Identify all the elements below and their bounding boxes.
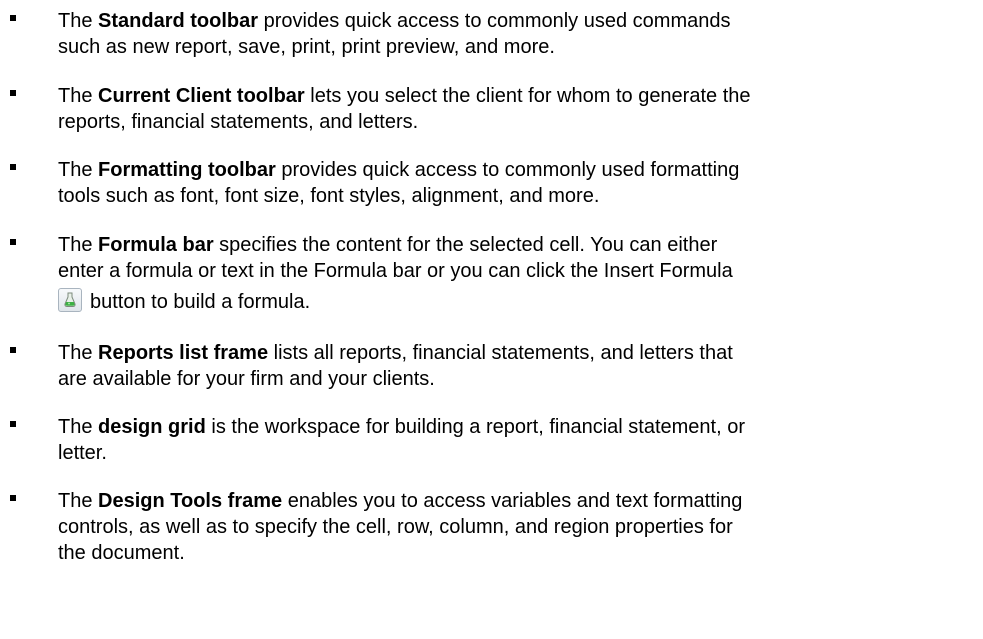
lead-word: The bbox=[58, 159, 99, 181]
lead-word: The bbox=[58, 234, 99, 256]
term-formatting-toolbar: Formatting toolbar bbox=[98, 159, 276, 181]
line1: provides quick access to commonly used f… bbox=[275, 159, 740, 181]
lead-word: The bbox=[58, 85, 99, 107]
term-design-grid: design grid bbox=[98, 416, 206, 438]
line3: the document. bbox=[58, 542, 185, 564]
list-item-text: The design grid is the workspace for bui… bbox=[58, 414, 978, 466]
line2: reports, financial statements, and lette… bbox=[58, 111, 419, 133]
line1: lists all reports, financial statements,… bbox=[268, 342, 733, 364]
list-item-text: The Current Client toolbar lets you sele… bbox=[58, 83, 978, 135]
list-item-text: The Formula bar specifies the content fo… bbox=[58, 232, 978, 315]
list-item-text: The Formatting toolbar provides quick ac… bbox=[58, 157, 978, 209]
lead-word: The bbox=[58, 342, 99, 364]
line1: enables you to access variables and text… bbox=[282, 490, 743, 512]
term-current-client-toolbar: Current Client toolbar bbox=[98, 85, 305, 107]
list-item-text: The Design Tools frame enables you to ac… bbox=[58, 488, 978, 566]
line1: lets you select the client for whom to g… bbox=[304, 85, 751, 107]
term-formula-bar: Formula bar bbox=[98, 234, 214, 256]
line2: tools such as font, font size, font styl… bbox=[58, 185, 600, 207]
line1: specifies the content for the selected c… bbox=[213, 234, 718, 256]
term-reports-list-frame: Reports list frame bbox=[98, 342, 269, 364]
line3: button to build a formula. bbox=[90, 291, 311, 313]
bullet-marker bbox=[10, 347, 16, 353]
line2: letter. bbox=[58, 442, 107, 464]
list-item-text: The Reports list frame lists all reports… bbox=[58, 340, 978, 392]
lead-word: The bbox=[58, 416, 99, 438]
bullet-marker bbox=[10, 239, 16, 245]
insert-formula-icon bbox=[58, 288, 82, 312]
line2: enter a formula or text in the Formula b… bbox=[58, 260, 733, 282]
list-item-text: The Standard toolbar provides quick acce… bbox=[58, 8, 978, 60]
term-standard-toolbar: Standard toolbar bbox=[98, 10, 259, 32]
lead-word: The bbox=[58, 490, 99, 512]
line2: are available for your firm and your cli… bbox=[58, 368, 435, 390]
line2: such as new report, save, print, print p… bbox=[58, 36, 555, 58]
lead-word: The bbox=[58, 10, 99, 32]
line2: controls, as well as to specify the cell… bbox=[58, 516, 733, 538]
bullet-marker bbox=[10, 495, 16, 501]
line1: provides quick access to commonly used c… bbox=[258, 10, 731, 32]
bullet-marker bbox=[10, 421, 16, 427]
bullet-marker bbox=[10, 164, 16, 170]
line1: is the workspace for building a report, … bbox=[205, 416, 745, 438]
bullet-marker bbox=[10, 15, 16, 21]
term-design-tools-frame: Design Tools frame bbox=[98, 490, 283, 512]
bullet-marker bbox=[10, 90, 16, 96]
